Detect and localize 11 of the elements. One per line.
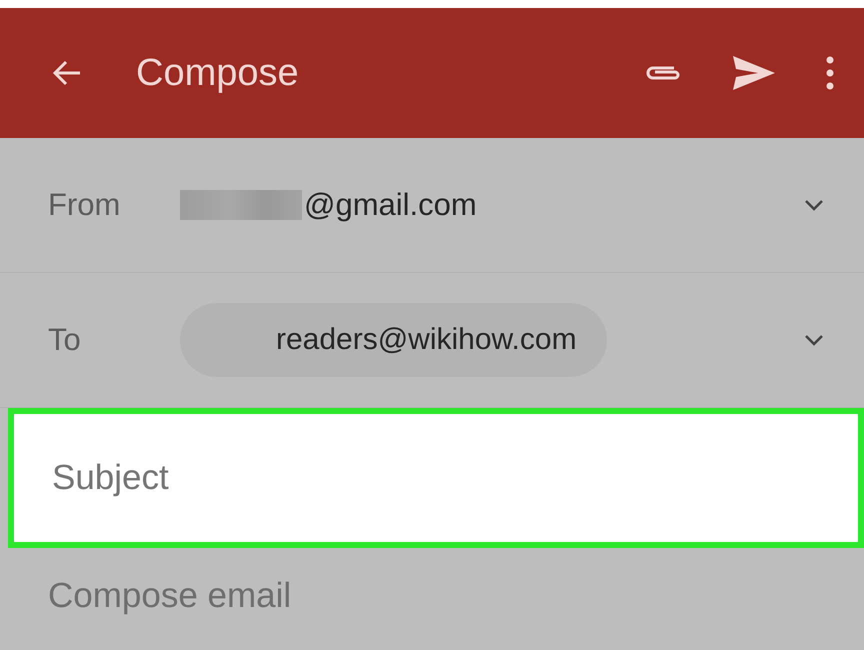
more-icon[interactable] — [826, 56, 834, 90]
dropdown-icon[interactable] — [804, 199, 824, 211]
send-icon[interactable] — [732, 55, 776, 91]
sender-address: @gmail.com — [304, 187, 477, 223]
from-label: From — [48, 187, 122, 223]
subject-field[interactable]: Subject — [8, 408, 864, 548]
dropdown-icon[interactable] — [804, 334, 824, 346]
screen-title: Compose — [136, 52, 300, 94]
to-label: To — [48, 322, 82, 358]
back-icon[interactable] — [52, 60, 82, 86]
recipient-chip[interactable]: readers@wikihow.com — [180, 303, 607, 377]
